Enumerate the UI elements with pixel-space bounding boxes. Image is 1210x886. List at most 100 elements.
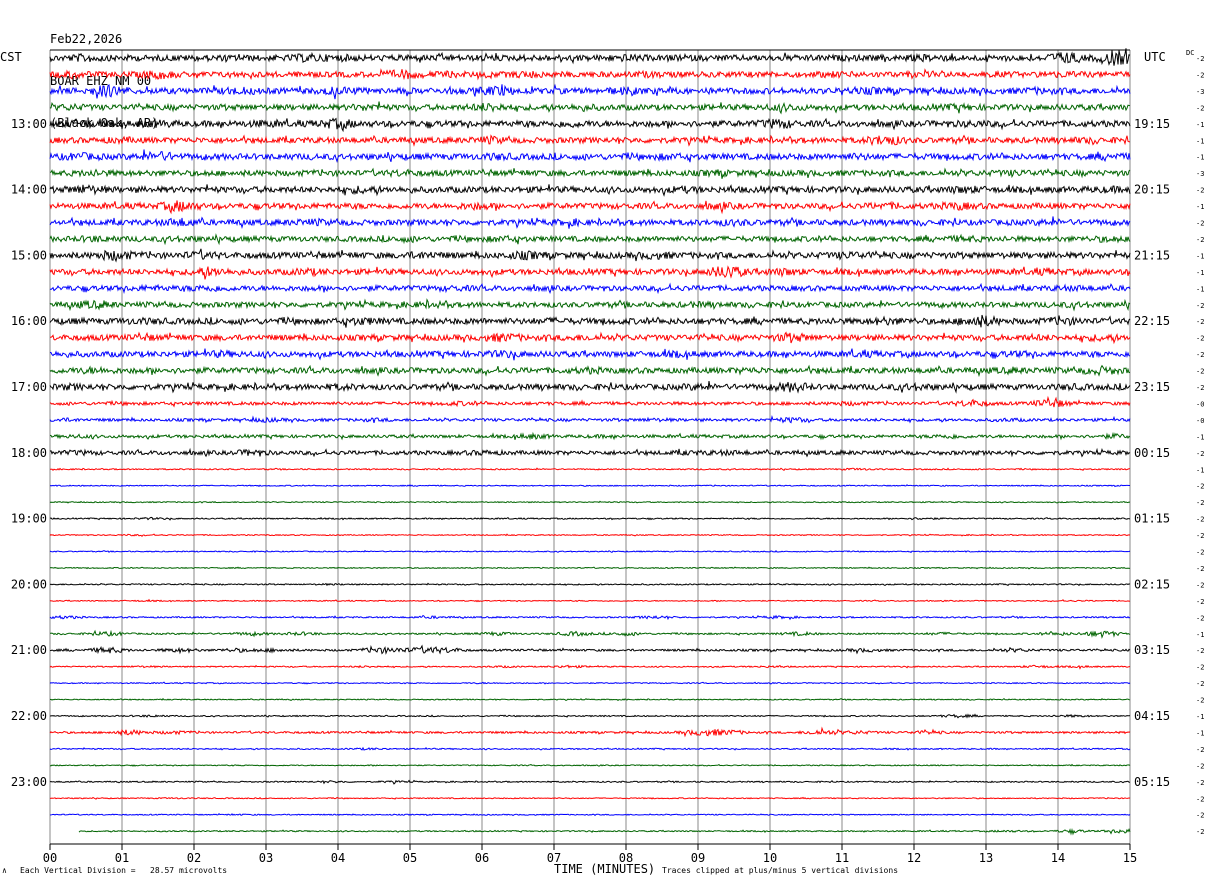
left-hour-label: 21:00 <box>11 643 47 657</box>
trace-row <box>49 746 1131 751</box>
x-tick-label: 14 <box>1051 851 1065 865</box>
dc-offset-label: -1 <box>1196 631 1204 639</box>
dc-offset-label: -2 <box>1196 351 1204 359</box>
left-hour-label: 14:00 <box>11 183 47 197</box>
trace-row <box>49 68 1131 81</box>
trace-row <box>49 763 1131 767</box>
trace-row <box>49 167 1131 179</box>
x-tick-label: 13 <box>979 851 993 865</box>
trace-row <box>49 812 1131 817</box>
trace-row <box>50 629 1131 639</box>
trace-row <box>49 681 1131 685</box>
dc-offset-label: -2 <box>1196 302 1204 310</box>
right-hour-label: 22:15 <box>1134 314 1170 328</box>
right-hour-label: 19:15 <box>1134 117 1170 131</box>
trace-row <box>49 697 1131 702</box>
dc-offset-label: -2 <box>1196 762 1204 770</box>
dc-offset-label: -2 <box>1196 236 1204 244</box>
x-tick-label: 02 <box>187 851 201 865</box>
trace-row <box>49 664 1131 670</box>
dc-offset-label: -1 <box>1196 252 1204 260</box>
trace-row <box>49 298 1131 312</box>
trace-row <box>49 248 1131 263</box>
trace-row <box>49 500 1131 504</box>
trace-row <box>50 467 1131 472</box>
left-hour-label: 22:00 <box>11 709 47 723</box>
trace-row <box>49 566 1131 570</box>
dc-offset-label: -1 <box>1196 269 1204 277</box>
left-hour-label: 17:00 <box>11 380 47 394</box>
seismic-traces <box>49 48 1131 836</box>
minute-gridlines <box>49 49 1131 845</box>
dc-offset-label: -2 <box>1196 697 1204 705</box>
trace-row <box>49 484 1130 488</box>
left-hour-label: 15:00 <box>11 248 47 262</box>
trace-row <box>49 200 1131 215</box>
dc-offset-label: -3 <box>1196 170 1204 178</box>
dc-offset-label: -1 <box>1196 466 1204 474</box>
x-tick-label: 05 <box>403 851 417 865</box>
left-hour-label: 16:00 <box>11 314 47 328</box>
dc-offset-label: -2 <box>1196 647 1204 655</box>
trace-row <box>49 265 1131 280</box>
dc-offset-label: -0 <box>1196 400 1204 408</box>
left-hour-label: 23:00 <box>11 775 47 789</box>
scale-note: Each Vertical Division = 28.57 microvolt… <box>20 866 228 875</box>
dc-offset-label: -2 <box>1196 499 1204 507</box>
left-hour-label: 20:00 <box>11 577 47 591</box>
trace-row <box>49 644 1131 655</box>
x-tick-label: 06 <box>475 851 489 865</box>
right-hour-label: 03:15 <box>1134 643 1170 657</box>
dc-offset-label: -1 <box>1196 433 1204 441</box>
trace-row <box>49 414 1131 424</box>
trace-row <box>49 282 1131 295</box>
trace-row <box>49 149 1131 164</box>
dc-offset-label: -1 <box>1196 729 1204 737</box>
trace-row <box>49 134 1131 147</box>
trace-row <box>50 331 1131 345</box>
dc-offset-label: -1 <box>1196 713 1204 721</box>
left-hour-label: 19:00 <box>11 512 47 526</box>
dc-offset-label: -2 <box>1196 812 1204 820</box>
trace-row <box>49 395 1131 408</box>
dc-offset-label: -2 <box>1196 581 1204 589</box>
dc-offset-label: -2 <box>1196 187 1204 195</box>
dc-offset-label: -2 <box>1196 318 1204 326</box>
x-tick-label: 10 <box>763 851 777 865</box>
x-tick-label: 11 <box>835 851 849 865</box>
x-tick-label: 12 <box>907 851 921 865</box>
clip-note: Traces clipped at plus/minus 5 vertical … <box>662 866 899 875</box>
trace-row <box>49 216 1131 229</box>
trace-row <box>49 598 1131 603</box>
x-tick-label: 04 <box>331 851 345 865</box>
dc-offset-label: -2 <box>1196 450 1204 458</box>
dc-offset-label: -2 <box>1196 532 1204 540</box>
dc-offset-label: -1 <box>1196 203 1204 211</box>
x-axis-label: TIME (MINUTES) <box>554 862 656 876</box>
scale-marker: ∧ <box>2 866 7 875</box>
dc-offset-label: -1 <box>1196 137 1204 145</box>
left-hour-label: 13:00 <box>11 117 47 131</box>
trace-row <box>49 614 1131 621</box>
dc-offset-label: -2 <box>1196 335 1204 343</box>
dc-offset-label: -2 <box>1196 483 1204 491</box>
dc-offset-label: -2 <box>1196 664 1204 672</box>
trace-row <box>49 549 1131 554</box>
trace-row <box>49 796 1131 800</box>
dc-offset-label: -2 <box>1196 220 1204 228</box>
dc-offset-label: -2 <box>1196 795 1204 803</box>
trace-row <box>49 447 1131 458</box>
dc-offset-label: -2 <box>1196 680 1204 688</box>
trace-row <box>78 828 1131 836</box>
trace-row <box>49 314 1131 328</box>
trace-row <box>49 184 1131 197</box>
x-tick-label: 09 <box>691 851 705 865</box>
dc-offset-label: -2 <box>1196 368 1204 376</box>
trace-row <box>49 348 1131 361</box>
x-tick-label: 01 <box>115 851 129 865</box>
dc-offset-label: -2 <box>1196 55 1204 63</box>
trace-row <box>49 117 1131 133</box>
dc-offset-label: -2 <box>1196 598 1204 606</box>
dc-offset-label: -1 <box>1196 285 1204 293</box>
right-hour-label: 23:15 <box>1134 380 1170 394</box>
